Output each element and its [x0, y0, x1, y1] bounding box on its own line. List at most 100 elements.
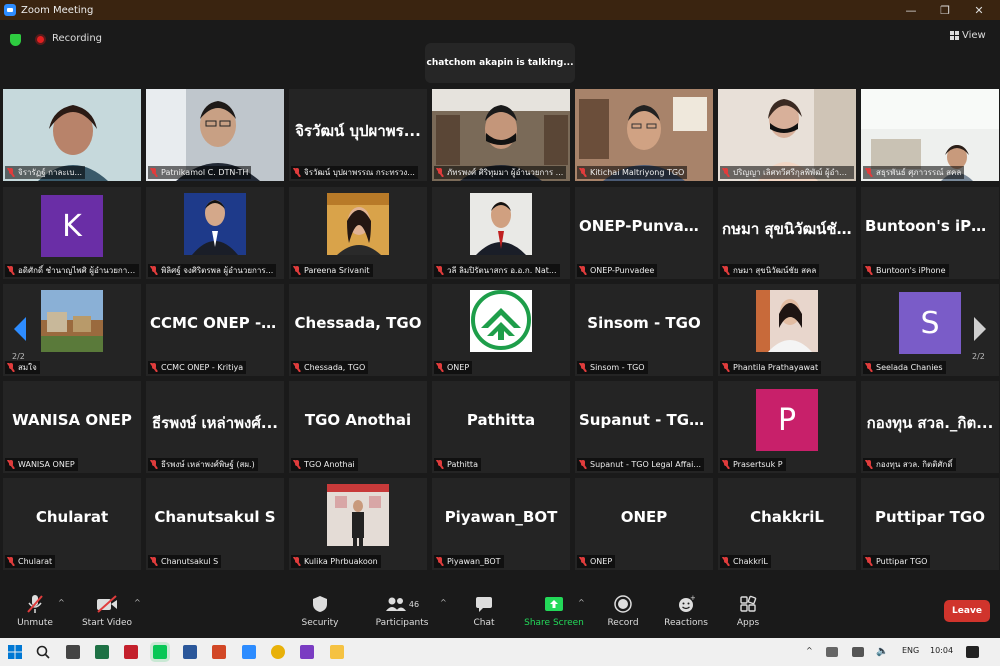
- participant-tile[interactable]: Chularat Chularat: [3, 478, 141, 570]
- participant-tile[interactable]: Pareena Srivanit: [289, 187, 427, 279]
- chat-button[interactable]: Chat: [449, 594, 519, 628]
- participant-tile[interactable]: TGO Anothai TGO Anothai: [289, 381, 427, 473]
- clock[interactable]: 10:04: [930, 646, 953, 655]
- share-options-chevron-icon[interactable]: ^: [578, 598, 585, 607]
- participants-label: Participants: [375, 618, 429, 628]
- zoom-taskbar-icon[interactable]: [242, 645, 256, 659]
- participant-display-name: ONEP-Punvadee: [579, 217, 713, 235]
- line-app-icon[interactable]: [153, 645, 167, 659]
- participant-tile[interactable]: จิรวัฒน์ บุปผาพร... จิรวัฒน์ บุปผาพรรณ กร…: [289, 89, 427, 181]
- participant-tile[interactable]: จิรารัฏฐ์ กาละเบ...: [3, 89, 141, 181]
- recording-icon[interactable]: [35, 34, 46, 45]
- windows-start-icon[interactable]: [8, 645, 22, 659]
- tray-overflow-chevron-icon[interactable]: ^: [806, 646, 813, 655]
- participant-display-name: Chularat: [35, 508, 109, 526]
- participant-display-name: WANISA ONEP: [12, 411, 132, 429]
- participant-tile[interactable]: ภัทรพงศ์ ศิริทุมมา ผู้อำนวยการ ...: [432, 89, 570, 181]
- security-shield-icon: [285, 594, 355, 614]
- security-button[interactable]: Security: [285, 594, 355, 628]
- participant-name: ปริญญา เลิศทวีศรีกุลพิพัฒ์ ผู้อำนวย...: [733, 168, 851, 177]
- participant-tile[interactable]: CCMC ONEP - K... CCMC ONEP - Kritiya: [146, 284, 284, 376]
- participant-tile[interactable]: Puttipar TGO Puttipar TGO: [861, 478, 999, 570]
- participant-display-name: Chessada, TGO: [294, 314, 422, 332]
- mic-muted-icon: [150, 460, 158, 469]
- mic-muted-icon: [579, 363, 587, 372]
- participant-display-name: ธีรพงษ์ เหล่าพงศ์...: [152, 414, 278, 432]
- excel-icon[interactable]: [95, 645, 109, 659]
- restore-button[interactable]: ❐: [928, 0, 962, 20]
- participant-tile[interactable]: P Prasertsuk P: [718, 381, 856, 473]
- app-icon[interactable]: [300, 645, 314, 659]
- participant-name-label: WANISA ONEP: [5, 458, 78, 471]
- powerpoint-icon[interactable]: [212, 645, 226, 659]
- file-explorer-icon[interactable]: [330, 645, 344, 659]
- participant-tile[interactable]: สธุรพันธ์ ศุภาวรรณ์ สคล: [861, 89, 999, 181]
- participant-tile[interactable]: WANISA ONEP WANISA ONEP: [3, 381, 141, 473]
- word-icon[interactable]: [183, 645, 197, 659]
- participant-tile[interactable]: ปริญญา เลิศทวีศรีกุลพิพัฒ์ ผู้อำนวย...: [718, 89, 856, 181]
- mic-muted-icon: [722, 460, 730, 469]
- next-page-arrow-icon[interactable]: [972, 316, 988, 342]
- view-label: View: [962, 30, 986, 41]
- tray-app-icon[interactable]: [826, 647, 838, 657]
- participant-tile[interactable]: กองทุน สวล._กิต... กองทุน สวล. กิตติศักดิ…: [861, 381, 999, 473]
- chrome-icon[interactable]: [271, 645, 285, 659]
- participant-name: ภัทรพงศ์ ศิริทุมมา ผู้อำนวยการ ...: [447, 168, 564, 177]
- participant-name-label: Patnikamol C. DTN-TH: [148, 166, 252, 179]
- participant-name-label: กองทุน สวล. กิตติศักดิ์: [863, 458, 956, 471]
- start-video-button[interactable]: Start Video: [72, 594, 142, 628]
- participant-name: Prasertsuk P: [733, 460, 783, 469]
- participant-tile[interactable]: Kulika Phrbuakoon: [289, 478, 427, 570]
- participant-tile[interactable]: Supanut - TGO... Supanut - TGO Legal Affa…: [575, 381, 713, 473]
- participant-display-name: Buntoon's iPhone: [865, 217, 999, 235]
- reactions-button[interactable]: + Reactions: [651, 594, 721, 628]
- leave-button[interactable]: Leave: [944, 600, 990, 622]
- acrobat-icon[interactable]: [124, 645, 138, 659]
- language-indicator[interactable]: ENG: [902, 646, 919, 655]
- volume-icon[interactable]: 🔈: [876, 646, 888, 657]
- participant-tile[interactable]: ONEP ONEP: [575, 478, 713, 570]
- mic-muted-icon: [579, 168, 587, 177]
- participant-tile[interactable]: ONEP: [432, 284, 570, 376]
- participant-name: Kulika Phrbuakoon: [304, 557, 378, 566]
- record-button[interactable]: Record: [588, 594, 658, 628]
- participants-button[interactable]: 46 Participants: [367, 594, 437, 628]
- previous-page-arrow-icon[interactable]: [12, 316, 28, 342]
- participant-display-name: กองทุน สวล._กิต...: [866, 414, 994, 432]
- participant-tile[interactable]: พิลิศฐ์ จงศิริตรพล ผู้อำนวยการ...: [146, 187, 284, 279]
- close-button[interactable]: ✕: [962, 0, 996, 20]
- participant-name: Chanutsakul S: [161, 557, 219, 566]
- participant-name-label: ONEP: [434, 361, 473, 374]
- participant-tile[interactable]: Sinsom - TGO Sinsom - TGO: [575, 284, 713, 376]
- participant-tile[interactable]: Phantila Prathayawat: [718, 284, 856, 376]
- video-options-chevron-icon[interactable]: ^: [134, 598, 141, 607]
- notifications-icon[interactable]: [966, 646, 979, 658]
- participant-tile[interactable]: ธีรพงษ์ เหล่าพงศ์... ธีรพงษ์ เหล่าพงศ์พิษ…: [146, 381, 284, 473]
- participant-name: CCMC ONEP - Kritiya: [161, 363, 244, 372]
- participant-tile[interactable]: Patnikamol C. DTN-TH: [146, 89, 284, 181]
- apps-button[interactable]: Apps: [713, 594, 783, 628]
- mic-muted-icon: [293, 363, 301, 372]
- participant-tile[interactable]: Buntoon's iPhone Buntoon's iPhone: [861, 187, 999, 279]
- participant-tile[interactable]: Piyawan_BOT Piyawan_BOT: [432, 478, 570, 570]
- participant-tile[interactable]: Chessada, TGO Chessada, TGO: [289, 284, 427, 376]
- participant-tile[interactable]: Pathitta Pathitta: [432, 381, 570, 473]
- participant-name-label: พิลิศฐ์ จงศิริตรพล ผู้อำนวยการ...: [148, 264, 277, 277]
- participant-tile[interactable]: ChakkriL ChakkriL: [718, 478, 856, 570]
- encryption-shield-icon[interactable]: [10, 34, 21, 46]
- participant-tile[interactable]: Kitichai Maltriyong TGO: [575, 89, 713, 181]
- search-icon[interactable]: [36, 645, 50, 659]
- participant-display-name: Chanutsakul S: [154, 508, 276, 526]
- task-view-icon[interactable]: [66, 645, 80, 659]
- participants-options-chevron-icon[interactable]: ^: [440, 598, 447, 607]
- participant-tile[interactable]: Chanutsakul S Chanutsakul S: [146, 478, 284, 570]
- participant-tile[interactable]: กษมา สุขนิวัฒน์ชั... กษมา สุขนิวัฒน์ชัย ส…: [718, 187, 856, 279]
- view-button[interactable]: View: [950, 30, 986, 41]
- minimize-button[interactable]: —: [894, 0, 928, 20]
- mic-muted-icon: [436, 557, 444, 566]
- participant-tile[interactable]: K อดิศักดิ์ ชำนาญไพศิ ผู้อำนวยการ...: [3, 187, 141, 279]
- participant-tile[interactable]: ONEP-Punvadee ONEP-Punvadee: [575, 187, 713, 279]
- participant-tile[interactable]: วลี ลิมปิรัตนาสกร อ.อ.ก. Nat...: [432, 187, 570, 279]
- audio-options-chevron-icon[interactable]: ^: [58, 598, 65, 607]
- network-icon[interactable]: [852, 647, 864, 657]
